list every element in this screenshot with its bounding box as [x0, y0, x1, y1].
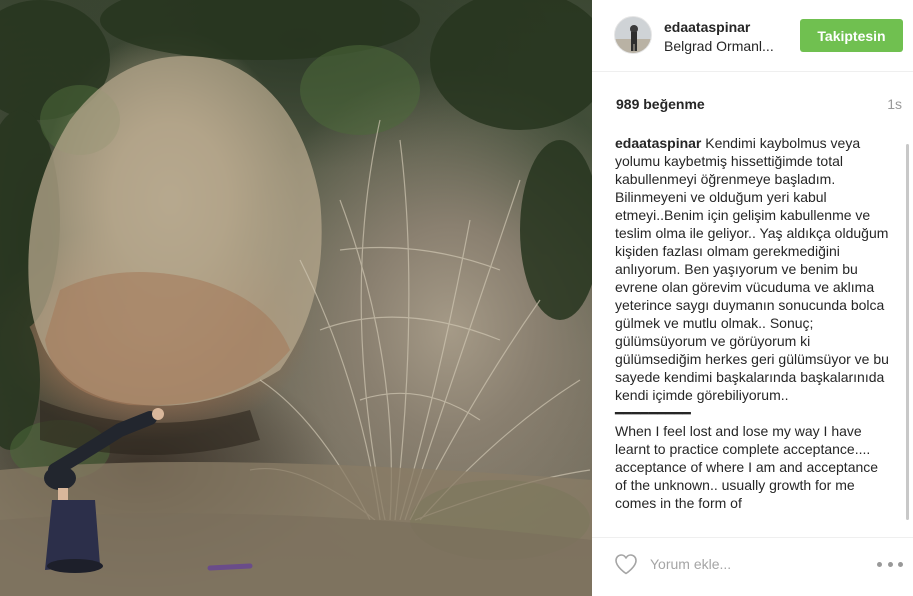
- comment-input[interactable]: [650, 551, 850, 577]
- post-username[interactable]: edaataspinar: [664, 19, 750, 35]
- caption-scrollbar[interactable]: [906, 144, 909, 520]
- ellipsis-icon[interactable]: [877, 555, 903, 573]
- post-caption: edaataspinar Kendimi kaybolmus veya yolu…: [615, 134, 893, 512]
- ellipsis-dot: [898, 561, 903, 567]
- heart-outline-icon[interactable]: [614, 553, 638, 575]
- avatar-image: [615, 17, 651, 53]
- post-details-panel: edaataspinar Belgrad Ormanl... Takiptesi…: [592, 0, 913, 596]
- caption-username[interactable]: edaataspinar: [615, 135, 701, 151]
- post-location[interactable]: Belgrad Ormanl...: [664, 38, 774, 54]
- post-footer: [592, 537, 913, 596]
- post-timestamp[interactable]: 1s: [887, 96, 902, 112]
- caption-text: Kendimi kaybolmus veya yolumu kaybetmiş …: [615, 135, 889, 511]
- caption-scroll-area[interactable]: edaataspinar Kendimi kaybolmus veya yolu…: [592, 130, 913, 528]
- ellipsis-dot: [887, 561, 893, 567]
- likes-row: 989 beğenme 1s: [592, 86, 913, 122]
- like-count[interactable]: 989 beğenme: [616, 96, 705, 112]
- photo-illustration: [0, 0, 592, 596]
- post-photo[interactable]: [0, 0, 592, 596]
- post-header: edaataspinar Belgrad Ormanl... Takiptesi…: [592, 0, 913, 72]
- following-button[interactable]: Takiptesin: [800, 19, 903, 52]
- avatar[interactable]: [614, 16, 652, 54]
- ellipsis-dot: [877, 561, 882, 567]
